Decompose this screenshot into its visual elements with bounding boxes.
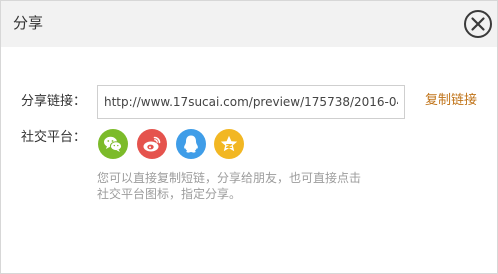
qzone-star-icon bbox=[220, 135, 238, 152]
share-hint-line-2: 社交平台图标，指定分享。 bbox=[97, 187, 242, 201]
share-hint-text: 您可以直接复制短链，分享给朋友，也可直接点击 社交平台图标，指定分享。 bbox=[97, 170, 437, 202]
dialog-titlebar: 分享 bbox=[1, 1, 497, 47]
qq-share-button[interactable] bbox=[176, 129, 206, 159]
wechat-share-button[interactable] bbox=[98, 129, 128, 159]
share-url-input[interactable] bbox=[97, 85, 405, 119]
dialog-title: 分享 bbox=[13, 14, 44, 32]
weibo-icon bbox=[143, 136, 161, 152]
close-icon[interactable] bbox=[464, 10, 492, 38]
wechat-icon bbox=[104, 136, 123, 152]
share-hint-line-1: 您可以直接复制短链，分享给朋友，也可直接点击 bbox=[97, 171, 362, 185]
qq-icon bbox=[184, 135, 198, 153]
qzone-share-button[interactable] bbox=[214, 129, 244, 159]
share-link-label: 分享链接： bbox=[21, 94, 87, 109]
weibo-share-button[interactable] bbox=[137, 129, 167, 159]
copy-link-button[interactable]: 复制链接 bbox=[425, 93, 477, 109]
social-platform-label: 社交平台： bbox=[21, 130, 87, 145]
share-dialog: 分享 分享链接： 复制链接 社交平台： bbox=[0, 0, 498, 274]
